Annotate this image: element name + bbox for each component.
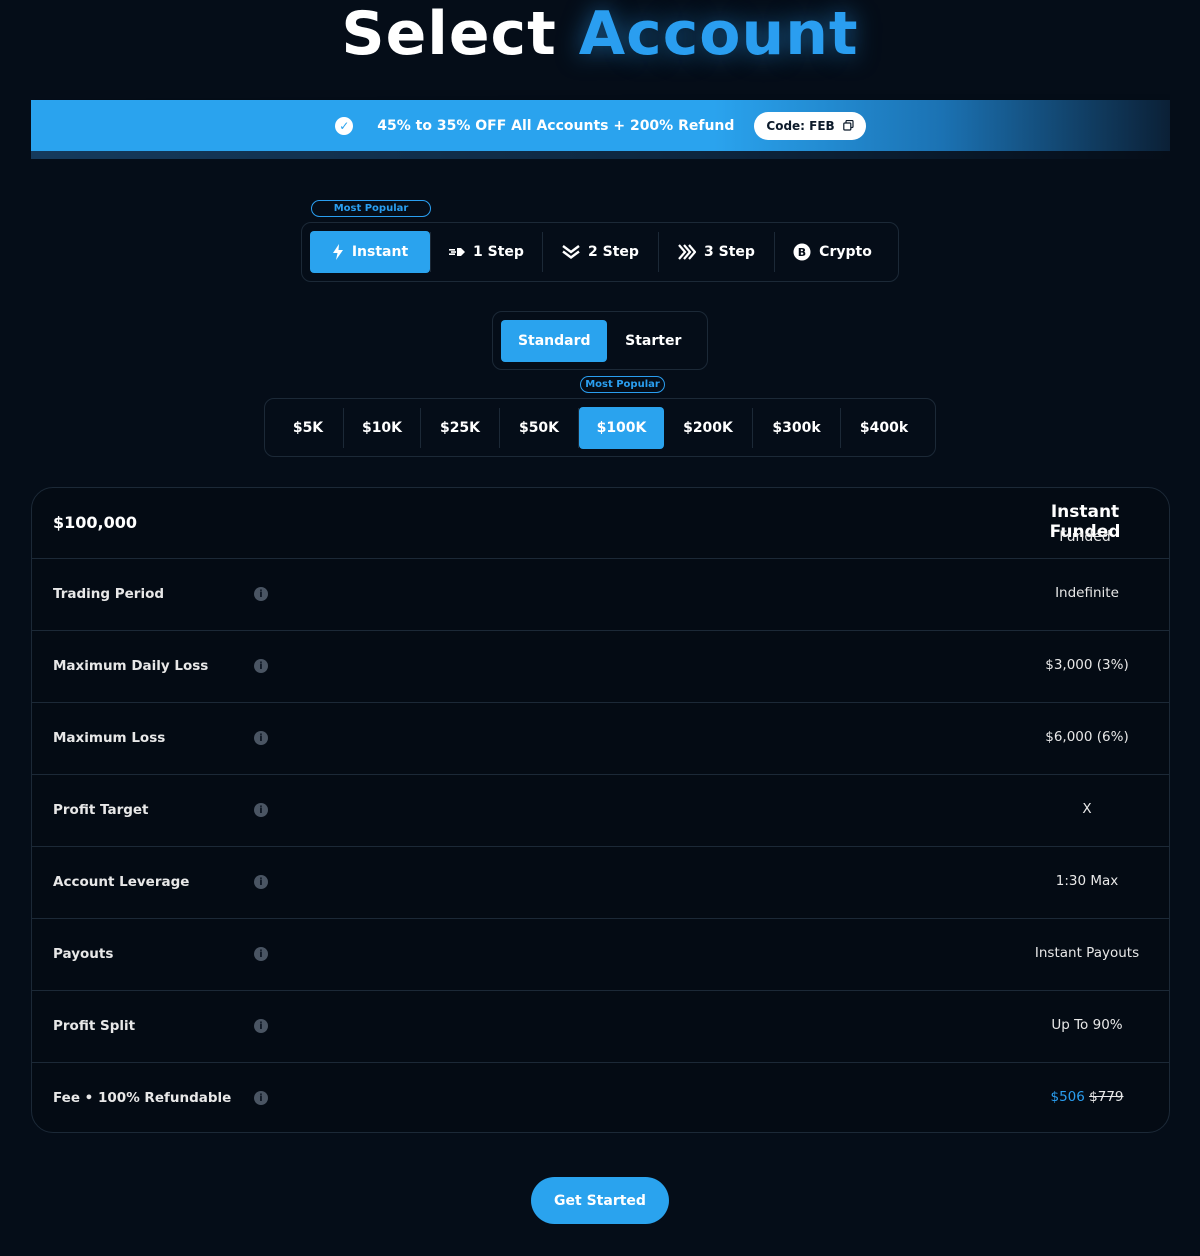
tab-2-step[interactable]: 2 Step bbox=[543, 231, 658, 273]
size-option-200k[interactable]: $200K bbox=[664, 407, 752, 449]
tab-label: $400k bbox=[859, 419, 909, 436]
tab-3-step[interactable]: 3 Step bbox=[659, 231, 774, 273]
tab-label: Instant bbox=[351, 244, 409, 260]
tab-label: $300k bbox=[772, 419, 821, 436]
info-icon[interactable]: i bbox=[254, 731, 268, 745]
table-row: Maximum Loss i $6,000 (6%) bbox=[32, 703, 1169, 775]
account-details-table: $100,000 Instant Funded Funded Trading P… bbox=[31, 487, 1170, 1133]
tab-instant[interactable]: Instant bbox=[310, 231, 430, 273]
info-icon[interactable]: i bbox=[254, 875, 268, 889]
table-row: Trading Period i Indefinite bbox=[32, 559, 1169, 631]
tab-label: 3 Step bbox=[704, 244, 755, 260]
table-row: Payouts i Instant Payouts bbox=[32, 919, 1169, 991]
tab-label: Standard bbox=[517, 332, 591, 349]
row-label: Profit Target bbox=[53, 802, 149, 818]
table-row: Profit Split i Up To 90% bbox=[32, 991, 1169, 1063]
copy-icon bbox=[842, 120, 854, 131]
row-label: Maximum Loss bbox=[53, 730, 166, 746]
info-icon[interactable]: i bbox=[254, 803, 268, 817]
row-label: Fee • 100% Refundable bbox=[53, 1090, 232, 1106]
fee-price: $506 $779 bbox=[1005, 1089, 1169, 1105]
size-option-300k[interactable]: $300k bbox=[753, 407, 840, 449]
table-row-fee: Fee • 100% Refundable i $506 $779 bbox=[32, 1063, 1169, 1132]
table-header: $100,000 Instant Funded Funded bbox=[32, 488, 1169, 559]
tab-label: $5K bbox=[292, 419, 324, 436]
double-chevron-down-icon bbox=[562, 245, 580, 259]
tab-label: 1 Step bbox=[473, 244, 524, 260]
info-icon[interactable]: i bbox=[254, 1019, 268, 1033]
fast-arrow-icon bbox=[449, 247, 466, 257]
account-amount: $100,000 bbox=[53, 513, 138, 532]
fee-price-original: $779 bbox=[1089, 1089, 1124, 1105]
size-option-25k[interactable]: $25K bbox=[421, 407, 499, 449]
promo-code-label: Code: FEB bbox=[766, 118, 835, 133]
info-icon[interactable]: i bbox=[254, 1091, 268, 1105]
program-tabs: Instant 1 Step 2 Step 3 Step B Crypto bbox=[301, 222, 899, 282]
row-value: Instant Payouts bbox=[1034, 945, 1140, 961]
info-icon[interactable]: i bbox=[254, 659, 268, 673]
size-option-100k[interactable]: $100K bbox=[579, 406, 664, 449]
tab-label: 2 Step bbox=[588, 244, 639, 260]
account-size-tabs: $5K $10K $25K $50K $100K $200K $300k $40… bbox=[264, 398, 936, 457]
tab-crypto[interactable]: B Crypto bbox=[775, 231, 890, 273]
size-option-5k[interactable]: $5K bbox=[273, 407, 343, 449]
tab-label: $50K bbox=[518, 419, 560, 436]
tab-label: $25K bbox=[439, 419, 481, 436]
row-value: X bbox=[1082, 801, 1092, 817]
row-label: Profit Split bbox=[53, 1018, 136, 1034]
tab-label: Starter bbox=[625, 332, 682, 349]
table-row: Profit Target i X bbox=[32, 775, 1169, 847]
row-value: $6,000 (6%) bbox=[1045, 729, 1129, 745]
tab-1-step[interactable]: 1 Step bbox=[431, 231, 542, 273]
page-title: Select Account bbox=[0, 0, 1200, 72]
row-label: Maximum Daily Loss bbox=[53, 658, 209, 674]
verified-badge-icon: ✓ bbox=[335, 116, 354, 135]
lightning-icon bbox=[332, 244, 344, 260]
bitcoin-icon: B bbox=[793, 243, 811, 261]
tab-label: Crypto bbox=[819, 244, 872, 260]
info-icon[interactable]: i bbox=[254, 947, 268, 961]
row-value: 1:30 Max bbox=[1055, 873, 1119, 889]
row-label: Trading Period bbox=[53, 586, 165, 602]
row-value: $3,000 (3%) bbox=[1045, 657, 1129, 673]
tab-starter[interactable]: Starter bbox=[607, 320, 699, 362]
tab-label: $10K bbox=[361, 419, 403, 436]
row-value: Indefinite bbox=[1055, 585, 1119, 601]
table-row: Maximum Daily Loss i $3,000 (3%) bbox=[32, 631, 1169, 703]
tab-label: $200K bbox=[683, 419, 733, 436]
fee-price-discounted: $506 bbox=[1050, 1089, 1085, 1105]
title-select: Select bbox=[341, 0, 557, 69]
svg-text:B: B bbox=[798, 246, 806, 259]
most-popular-badge-program: Most Popular bbox=[311, 200, 431, 217]
promo-code-button[interactable]: Code: FEB bbox=[754, 111, 866, 140]
get-started-button[interactable]: Get Started bbox=[531, 1177, 669, 1224]
row-label: Account Leverage bbox=[53, 874, 190, 890]
row-value: Up To 90% bbox=[1051, 1017, 1123, 1033]
triple-chevron-right-icon bbox=[678, 244, 697, 260]
promo-text: 45% to 35% OFF All Accounts + 200% Refun… bbox=[377, 117, 735, 134]
info-icon[interactable]: i bbox=[254, 587, 268, 601]
tier-tabs: Standard Starter bbox=[492, 311, 708, 370]
title-account: Account bbox=[578, 0, 859, 69]
row-label: Payouts bbox=[53, 946, 114, 962]
tab-standard[interactable]: Standard bbox=[501, 319, 608, 362]
table-row: Account Leverage i 1:30 Max bbox=[32, 847, 1169, 919]
tab-label: $100K bbox=[596, 419, 647, 436]
size-option-50k[interactable]: $50K bbox=[500, 407, 578, 449]
promo-banner-shadow bbox=[31, 151, 1170, 159]
most-popular-badge-size: Most Popular bbox=[580, 376, 665, 393]
size-option-400k[interactable]: $400k bbox=[841, 407, 927, 449]
plan-subtitle: Funded bbox=[1059, 529, 1111, 545]
size-option-10k[interactable]: $10K bbox=[344, 407, 420, 449]
promo-banner: ✓ 45% to 35% OFF All Accounts + 200% Ref… bbox=[31, 100, 1170, 151]
